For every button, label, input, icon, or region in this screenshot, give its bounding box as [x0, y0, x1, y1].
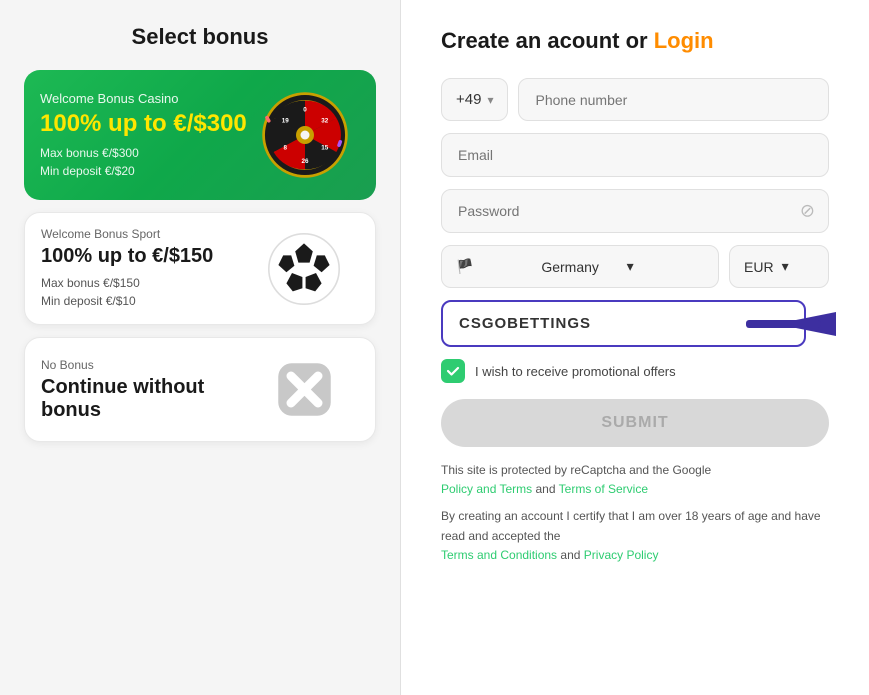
currency-value: EUR	[744, 259, 774, 275]
phone-row: +49 ▾	[441, 78, 829, 121]
nobonus-image	[249, 352, 359, 427]
policy-terms-link[interactable]: Policy and Terms	[441, 482, 532, 496]
phone-country-code: +49	[456, 91, 481, 108]
promo-code-row: ×	[441, 300, 829, 347]
svg-text:8: 8	[283, 144, 287, 151]
casino-bonus-label: Welcome Bonus Casino	[40, 91, 250, 106]
sport-bonus-details: Max bonus €/$150 Min deposit €/$10	[41, 274, 249, 310]
casino-bonus-card[interactable]: Welcome Bonus Casino 100% up to €/$300 M…	[24, 70, 376, 200]
svg-text:32: 32	[321, 117, 329, 124]
nobonus-text: No Bonus Continue without bonus	[41, 358, 249, 422]
footer-recaptcha: This site is protected by reCaptcha and …	[441, 461, 829, 499]
checkmark-icon	[446, 364, 460, 378]
email-group	[441, 133, 829, 177]
currency-chevron-icon: ▾	[782, 258, 789, 275]
country-currency-row: 🏴 Germany ▾ EUR ▾	[441, 245, 829, 288]
terms-service-link[interactable]: Terms of Service	[559, 482, 648, 496]
left-panel: Select bonus Welcome Bonus Casino 100% u…	[0, 0, 400, 695]
nobonus-amount: Continue without bonus	[41, 376, 249, 422]
right-panel: Create an acount or Login +49 ▾ ⊘ 🏴 Germ…	[401, 0, 869, 695]
eye-slash-icon[interactable]: ⊘	[800, 201, 815, 222]
promo-checkbox[interactable]	[441, 359, 465, 383]
phone-country-selector[interactable]: +49 ▾	[441, 78, 508, 121]
currency-selector[interactable]: EUR ▾	[729, 245, 829, 288]
casino-bonus-details: Max bonus €/$300 Min deposit €/$20	[40, 144, 250, 180]
svg-text:15: 15	[321, 144, 329, 151]
sport-bonus-amount: 100% up to €/$150	[41, 245, 249, 268]
casino-bonus-amount: 100% up to €/$300	[40, 110, 250, 138]
section-title: Select bonus	[24, 24, 376, 50]
promo-input-wrap	[441, 300, 806, 347]
footer-age: By creating an account I certify that I …	[441, 507, 829, 565]
country-name: Germany	[541, 259, 618, 275]
sport-bonus-image	[249, 229, 359, 309]
nobonus-label: No Bonus	[41, 358, 249, 372]
password-input[interactable]	[441, 189, 829, 233]
nobonus-card[interactable]: No Bonus Continue without bonus	[24, 337, 376, 442]
svg-text:0: 0	[303, 107, 307, 114]
chevron-down-icon: ▾	[487, 93, 493, 107]
terms-conditions-link[interactable]: Terms and Conditions	[441, 548, 557, 562]
promo-checkbox-label: I wish to receive promotional offers	[475, 364, 676, 379]
promo-arrow-icon	[746, 306, 836, 342]
submit-button[interactable]: SUBMIT	[441, 399, 829, 447]
casino-bonus-text: Welcome Bonus Casino 100% up to €/$300 M…	[40, 91, 250, 180]
privacy-policy-link[interactable]: Privacy Policy	[584, 548, 659, 562]
sport-bonus-card[interactable]: Welcome Bonus Sport 100% up to €/$150 Ma…	[24, 212, 376, 325]
country-chevron-icon: ▾	[627, 258, 704, 275]
password-group: ⊘	[441, 189, 829, 233]
checkbox-row: I wish to receive promotional offers	[441, 359, 829, 383]
sport-bonus-label: Welcome Bonus Sport	[41, 227, 249, 241]
country-selector[interactable]: 🏴 Germany ▾	[441, 245, 719, 288]
svg-text:26: 26	[301, 158, 309, 165]
sport-bonus-text: Welcome Bonus Sport 100% up to €/$150 Ma…	[41, 227, 249, 310]
login-link[interactable]: Login	[654, 28, 714, 53]
email-input[interactable]	[441, 133, 829, 177]
germany-flag-icon: 🏴	[456, 258, 533, 275]
phone-number-input[interactable]	[518, 78, 829, 121]
casino-bonus-image: 0 32 15 26 8 19	[250, 90, 360, 180]
svg-text:19: 19	[282, 117, 290, 124]
form-title: Create an acount or Login	[441, 28, 829, 54]
